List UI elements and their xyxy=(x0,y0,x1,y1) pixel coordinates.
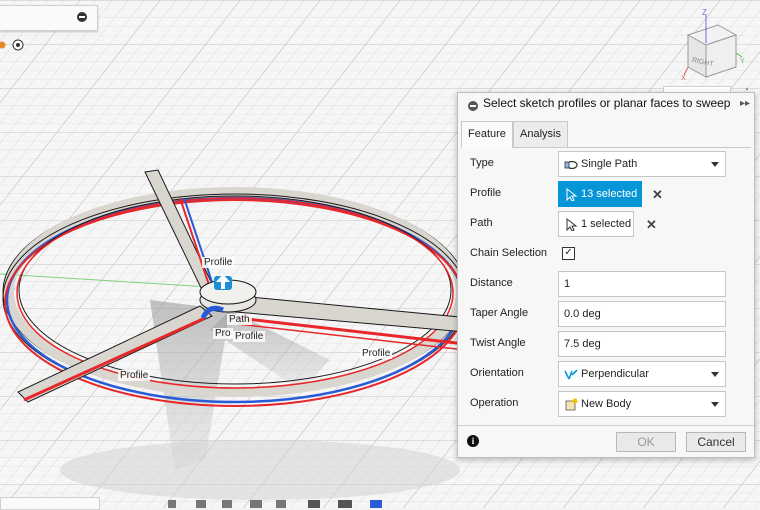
axis-y-label: Y xyxy=(740,58,745,65)
chevron-down-icon xyxy=(711,372,719,377)
tab-feature[interactable]: Feature xyxy=(461,121,513,148)
path-selection-button[interactable]: 1 selected xyxy=(558,211,634,237)
distance-input[interactable]: 1 xyxy=(558,271,726,297)
orientation-label: Orientation xyxy=(470,367,524,379)
operation-label: Operation xyxy=(470,397,519,409)
chevron-down-icon xyxy=(711,402,719,407)
orientation-row: Orientation Perpendicular xyxy=(470,361,740,387)
profile-value: 13 selected xyxy=(581,188,638,200)
path-label[interactable]: Path xyxy=(227,314,252,325)
cursor-arrow-icon xyxy=(566,188,578,201)
sweep-dialog[interactable]: Select sketch profiles or planar faces t… xyxy=(457,92,755,458)
type-label: Type xyxy=(470,157,494,169)
profile-selection-button[interactable]: 13 selected xyxy=(558,181,642,207)
ok-button[interactable]: OK xyxy=(616,432,676,452)
profile-row: Profile 13 selected ✕ xyxy=(470,181,740,207)
axis-x-label: X xyxy=(681,75,686,82)
distance-row: Distance 1 xyxy=(470,271,740,297)
viewports-icon[interactable] xyxy=(370,500,382,508)
orientation-select[interactable]: Perpendicular xyxy=(558,361,726,387)
twist-angle-row: Twist Angle 7.5 deg xyxy=(470,331,740,357)
dialog-title: Select sketch profiles or planar faces t… xyxy=(483,96,731,110)
path-value: 1 selected xyxy=(581,218,632,230)
tab-analysis[interactable]: Analysis xyxy=(513,121,568,147)
path-label: Path xyxy=(470,217,493,229)
distance-label: Distance xyxy=(470,277,513,289)
viewcube[interactable]: RIGHT Z X Y xyxy=(670,5,760,95)
taper-angle-value: 0.0 deg xyxy=(564,308,601,320)
twist-angle-value: 7.5 deg xyxy=(564,338,601,350)
cancel-button[interactable]: Cancel xyxy=(686,432,746,452)
profile-label: Profile xyxy=(470,187,502,199)
taper-angle-label: Taper Angle xyxy=(470,307,529,319)
navigation-toolbar[interactable] xyxy=(160,497,390,508)
distance-value: 1 xyxy=(564,278,571,290)
profile-label-left[interactable]: Profile xyxy=(118,370,151,381)
operation-row: Operation New Body xyxy=(470,391,740,417)
taper-angle-row: Taper Angle 0.0 deg xyxy=(470,301,740,327)
chevron-down-icon xyxy=(711,162,719,167)
cursor-arrow-icon xyxy=(566,218,578,231)
profile-label-top[interactable]: Profile xyxy=(202,257,235,268)
perpendicular-icon xyxy=(564,369,578,380)
zoom-icon[interactable] xyxy=(222,500,232,508)
profile-label-center-a[interactable]: Pro xyxy=(213,328,233,339)
grid-settings-icon[interactable] xyxy=(338,500,352,508)
dialog-tabs: Feature Analysis xyxy=(461,121,751,148)
orientation-value: Perpendicular xyxy=(581,368,649,380)
chain-selection-label: Chain Selection xyxy=(470,247,548,259)
display-settings-icon[interactable] xyxy=(308,500,320,508)
pan-icon[interactable] xyxy=(196,500,206,508)
dialog-footer: i OK Cancel xyxy=(458,425,754,458)
twist-angle-label: Twist Angle xyxy=(470,337,526,349)
info-icon[interactable]: i xyxy=(467,435,479,447)
browser-panel-strip[interactable] xyxy=(0,5,98,31)
collapse-icon[interactable] xyxy=(77,12,87,22)
axis-z-label: Z xyxy=(702,8,707,17)
orbit-icon[interactable] xyxy=(168,500,176,508)
taper-angle-input[interactable]: 0.0 deg xyxy=(558,301,726,327)
path-row: Path 1 selected ✕ xyxy=(470,211,740,237)
sweep-type-icon xyxy=(564,160,578,170)
collapse-icon[interactable] xyxy=(468,101,478,111)
type-value: Single Path xyxy=(581,158,638,170)
expand-dialog-icon[interactable]: ▸▸ xyxy=(740,98,750,109)
type-select[interactable]: Single Path xyxy=(558,151,726,177)
operation-select[interactable]: New Body xyxy=(558,391,726,417)
chain-selection-row: Chain Selection ✓ xyxy=(470,241,740,267)
component-icon[interactable] xyxy=(0,41,6,49)
dialog-header[interactable]: Select sketch profiles or planar faces t… xyxy=(458,93,754,115)
operation-value: New Body xyxy=(581,398,632,410)
sweep-manipulator-arrow[interactable] xyxy=(214,274,232,290)
clear-path-icon[interactable]: ✕ xyxy=(646,217,657,233)
chain-selection-checkbox[interactable]: ✓ xyxy=(562,247,575,260)
profile-label-right[interactable]: Profile xyxy=(360,348,393,359)
look-at-icon[interactable] xyxy=(276,500,286,508)
type-row: Type Single Path xyxy=(470,151,740,177)
twist-angle-input[interactable]: 7.5 deg xyxy=(558,331,726,357)
new-body-icon xyxy=(565,398,578,411)
clear-profile-icon[interactable]: ✕ xyxy=(652,187,663,203)
bottom-left-panel[interactable] xyxy=(0,497,100,510)
profile-label-center-b[interactable]: Profile xyxy=(233,331,266,342)
browser-strip-icons xyxy=(0,39,24,51)
fit-icon[interactable] xyxy=(250,500,262,508)
